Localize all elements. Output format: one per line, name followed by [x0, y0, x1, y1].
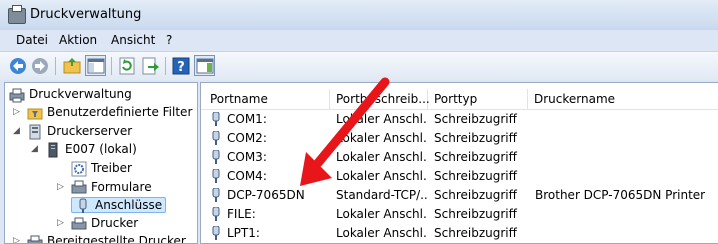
- port-description-cell: Standard-TCP/...: [336, 186, 428, 205]
- tree-item-deployed-printers[interactable]: ▷ Bereitgestellte Drucker: [27, 232, 186, 244]
- table-row[interactable]: COM2: Lokaler Anschl... Schreibzugriff: [201, 129, 718, 148]
- menu-bar: Datei Aktion Ansicht ?: [0, 30, 718, 50]
- tree-item-print-servers[interactable]: ◢ Druckerserver: [27, 122, 132, 140]
- tree-selection: Anschlüsse: [71, 197, 166, 213]
- collapse-icon[interactable]: ◢: [13, 122, 20, 140]
- port-name-cell: COM2:: [227, 129, 331, 148]
- tree-item-ports[interactable]: Anschlüsse: [71, 196, 166, 214]
- port-type-cell: Schreibzugriff: [434, 148, 528, 167]
- filter-folder-icon: [27, 105, 43, 121]
- port-type-cell: Schreibzugriff: [434, 224, 528, 243]
- port-type-cell: Schreibzugriff: [434, 110, 528, 129]
- table-row[interactable]: COM3: Lokaler Anschl... Schreibzugriff: [201, 148, 718, 167]
- window-title: Druckverwaltung: [30, 7, 141, 22]
- svg-text:?: ?: [177, 60, 185, 75]
- menu-help[interactable]: ?: [166, 33, 172, 47]
- forward-icon[interactable]: [30, 56, 50, 76]
- back-icon[interactable]: [8, 56, 28, 76]
- expand-icon[interactable]: ▷: [57, 178, 64, 196]
- port-icon: [211, 226, 221, 241]
- refresh-icon[interactable]: [117, 56, 137, 76]
- tree-label: E007 (lokal): [65, 142, 137, 156]
- tree-item-printers[interactable]: ▷ Drucker: [71, 214, 138, 232]
- tree-label: Benutzerdefinierte Filter: [47, 105, 192, 119]
- column-header-portname[interactable]: Portname: [204, 89, 330, 109]
- driver-icon: [71, 161, 87, 177]
- tree-label: Treiber: [91, 161, 132, 175]
- menu-aktion[interactable]: Aktion: [59, 33, 97, 47]
- table-row[interactable]: COM1: Lokaler Anschl... Schreibzugriff: [201, 110, 718, 129]
- port-name-cell: DCP-7065DN: [227, 186, 331, 205]
- tree-label: Drucker: [91, 216, 138, 230]
- printer-icon: [9, 87, 25, 103]
- port-name-cell: LPT1:: [227, 224, 331, 243]
- menu-ansicht[interactable]: Ansicht: [111, 33, 155, 47]
- help-icon[interactable]: ?: [171, 56, 191, 76]
- server-icon: [27, 124, 43, 140]
- tree-item-root[interactable]: Druckverwaltung: [9, 85, 132, 103]
- port-icon: [211, 207, 221, 222]
- printer-name-cell: Brother DCP-7065DN Printer: [535, 186, 718, 205]
- port-type-cell: Schreibzugriff: [434, 186, 528, 205]
- tree-item-server-e007[interactable]: ◢ E007 (lokal): [45, 140, 137, 158]
- expand-icon[interactable]: ▷: [13, 103, 20, 121]
- port-icon: [211, 188, 221, 203]
- port-icon: [211, 169, 221, 184]
- tree-item-drivers[interactable]: Treiber: [71, 159, 132, 177]
- forms-icon: [71, 180, 87, 196]
- print-management-icon: [8, 8, 26, 24]
- port-name-cell: COM4:: [227, 167, 331, 186]
- port-description-cell: Lokaler Anschl...: [336, 148, 428, 167]
- collapse-icon[interactable]: ◢: [31, 140, 38, 158]
- port-description-cell: Lokaler Anschl...: [336, 224, 428, 243]
- tree-label: Bereitgestellte Drucker: [47, 234, 186, 244]
- port-description-cell: Lokaler Anschl...: [336, 167, 428, 186]
- show-hide-tree-icon[interactable]: [85, 55, 106, 76]
- column-header-portdescription[interactable]: Portbeschreib...: [330, 89, 428, 109]
- port-name-cell: COM3:: [227, 148, 331, 167]
- up-folder-icon[interactable]: [62, 56, 82, 76]
- port-icon: [75, 198, 91, 214]
- table-row[interactable]: DCP-7065DN Standard-TCP/... Schreibzugriff…: [201, 186, 718, 205]
- table-row[interactable]: FILE: Lokaler Anschl... Schreibzugriff: [201, 205, 718, 224]
- port-name-cell: COM1:: [227, 110, 331, 129]
- column-header-printername[interactable]: Druckername: [528, 89, 718, 109]
- tree-item-filters[interactable]: ▷ Benutzerdefinierte Filter: [27, 103, 192, 121]
- port-type-cell: Schreibzugriff: [434, 167, 528, 186]
- port-type-cell: Schreibzugriff: [434, 129, 528, 148]
- column-header-porttype[interactable]: Porttyp: [428, 89, 528, 109]
- toolbar: ?: [0, 51, 718, 80]
- port-description-cell: Lokaler Anschl...: [336, 205, 428, 224]
- server-icon: [45, 142, 61, 158]
- tree-label: Formulare: [91, 180, 152, 194]
- tree-pane: Druckverwaltung ▷ Benutzerdefinierte Fil…: [4, 82, 198, 244]
- ports-list-pane: Portname Portbeschreib... Porttyp Drucke…: [200, 82, 718, 244]
- port-type-cell: Schreibzugriff: [434, 205, 528, 224]
- port-description-cell: Lokaler Anschl...: [336, 110, 428, 129]
- table-header: Portname Portbeschreib... Porttyp Drucke…: [201, 83, 718, 110]
- tree-label: Anschlüsse: [95, 198, 162, 212]
- table-row[interactable]: LPT1: Lokaler Anschl... Schreibzugriff: [201, 224, 718, 243]
- deployed-printer-icon: [27, 234, 43, 244]
- title-bar: Druckverwaltung: [0, 0, 718, 30]
- tree-item-forms[interactable]: ▷ Formulare: [71, 178, 152, 196]
- port-icon: [211, 112, 221, 127]
- expand-icon[interactable]: ▷: [57, 214, 64, 232]
- port-name-cell: FILE:: [227, 205, 331, 224]
- export-list-icon[interactable]: [140, 56, 160, 76]
- port-description-cell: Lokaler Anschl...: [336, 129, 428, 148]
- printer-icon: [71, 216, 87, 232]
- tree-label: Druckerserver: [47, 124, 132, 138]
- menu-datei[interactable]: Datei: [16, 33, 48, 47]
- port-icon: [211, 131, 221, 146]
- port-icon: [211, 150, 221, 165]
- tree-label: Druckverwaltung: [29, 87, 132, 101]
- table-row[interactable]: COM4: Lokaler Anschl... Schreibzugriff: [201, 167, 718, 186]
- expand-icon[interactable]: ▷: [13, 232, 20, 244]
- show-action-pane-icon[interactable]: [194, 55, 215, 76]
